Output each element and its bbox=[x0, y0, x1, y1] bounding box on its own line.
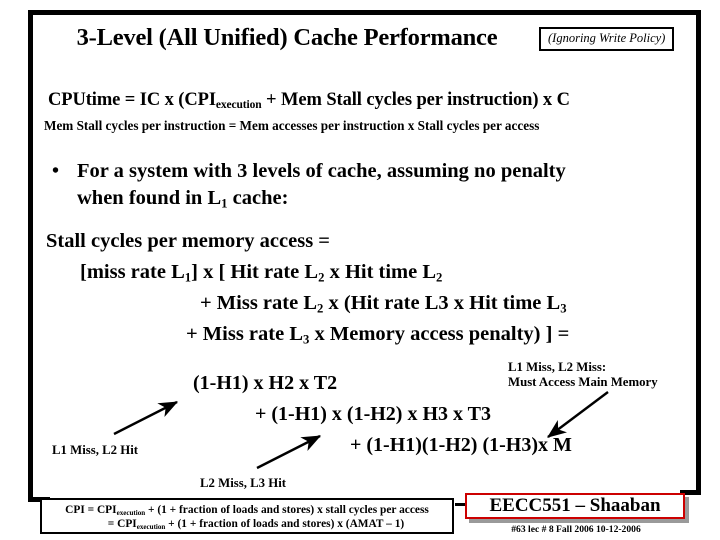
bullet-text-line2b: cache: bbox=[227, 187, 289, 209]
eq1-a: [miss rate L bbox=[80, 261, 185, 283]
footer-lecture-info: #63 lec # 8 Fall 2006 10-12-2006 bbox=[511, 524, 641, 535]
arrow-main-memory bbox=[547, 391, 609, 438]
eq3-a: + Miss rate L bbox=[186, 323, 304, 345]
bullet-item: • For a system with 3 levels of cache, a… bbox=[52, 158, 672, 212]
expanded-term-2: + (1-H1) x (1-H2) x H3 x T3 bbox=[255, 403, 492, 425]
equation-line-1: [miss rate L1] x [ Hit rate L2 x Hit tim… bbox=[80, 261, 442, 284]
arrow-l2-miss-l3-hit bbox=[256, 434, 322, 470]
eq2-b: x (Hit rate L3 x Hit time L bbox=[323, 292, 561, 314]
cpi2-a: = CPI bbox=[107, 518, 137, 530]
bullet-dot-icon: • bbox=[52, 160, 60, 182]
eq3-b: x Memory access penalty) ] = bbox=[309, 323, 570, 345]
slide-canvas: 3-Level (All Unified) Cache Performance … bbox=[0, 0, 720, 540]
cputime-suffix: + Mem Stall cycles per instruction) x C bbox=[261, 90, 570, 110]
cpi2-b: + (1 + fraction of loads and stores) x (… bbox=[165, 518, 405, 530]
cpi2-sub: execution bbox=[136, 522, 166, 531]
arrow-l1-miss-l2-hit bbox=[113, 400, 179, 436]
cpi-formula-line-1: CPI = CPIexecution + (1 + fraction of lo… bbox=[42, 503, 452, 517]
cpi1-sub: execution bbox=[116, 508, 146, 517]
ignoring-write-policy-note: (Ignoring Write Policy) bbox=[539, 27, 675, 51]
eq1-b: ] x [ Hit rate L bbox=[191, 261, 319, 283]
frame-right-border bbox=[696, 10, 701, 495]
annotation-l1-l2-miss-line1: L1 Miss, L2 Miss: bbox=[508, 360, 607, 374]
equation-line-2: + Miss rate L2 x (Hit rate L3 x Hit time… bbox=[200, 292, 567, 315]
bullet-text-line1: For a system with 3 levels of cache, ass… bbox=[77, 160, 566, 182]
cputime-subscript: execution bbox=[215, 99, 262, 112]
footer-course-title: EECC551 – Shaaban bbox=[465, 493, 685, 519]
frame-top-border bbox=[28, 10, 701, 15]
slide-title: 3-Level (All Unified) Cache Performance bbox=[76, 24, 498, 51]
stall-cycles-heading: Stall cycles per memory access = bbox=[46, 230, 330, 252]
cpi1-b: + (1 + fraction of loads and stores) x s… bbox=[145, 504, 429, 516]
eq2-a: + Miss rate L bbox=[200, 292, 318, 314]
cpi1-a: CPI = CPI bbox=[65, 504, 117, 516]
bullet-text: For a system with 3 levels of cache, ass… bbox=[77, 158, 672, 212]
bullet-text-line2a: when found in L bbox=[77, 187, 222, 209]
mem-stall-formula: Mem Stall cycles per instruction = Mem a… bbox=[44, 118, 540, 133]
eq1-c: x Hit time L bbox=[324, 261, 437, 283]
cputime-formula: CPUtime = IC x (CPIexecution + Mem Stall… bbox=[48, 90, 570, 111]
eq2-sub-l3: 3 bbox=[560, 301, 567, 316]
cpi-formula-box: CPI = CPIexecution + (1 + fraction of lo… bbox=[40, 498, 454, 534]
annotation-l1-l2-miss-line2: Must Access Main Memory bbox=[508, 374, 658, 389]
cputime-prefix: CPUtime = IC x (CPI bbox=[48, 90, 216, 110]
equation-line-3: + Miss rate L3 x Memory access penalty) … bbox=[186, 323, 569, 346]
annotation-l1-miss-l2-hit: L1 Miss, L2 Hit bbox=[52, 443, 139, 457]
eq1-sub-l2b: 2 bbox=[436, 270, 443, 285]
annotation-l2-miss-l3-hit: L2 Miss, L3 Hit bbox=[200, 476, 287, 490]
cpi-formula-line-2: = CPIexecution + (1 + fraction of loads … bbox=[42, 517, 452, 531]
annotation-l1-l2-miss: L1 Miss, L2 Miss: Must Access Main Memor… bbox=[508, 360, 658, 389]
expanded-term-3: + (1-H1)(1-H2) (1-H3)x M bbox=[350, 434, 572, 456]
expanded-term-1: (1-H1) x H2 x T2 bbox=[193, 372, 338, 394]
frame-left-border bbox=[28, 10, 33, 502]
